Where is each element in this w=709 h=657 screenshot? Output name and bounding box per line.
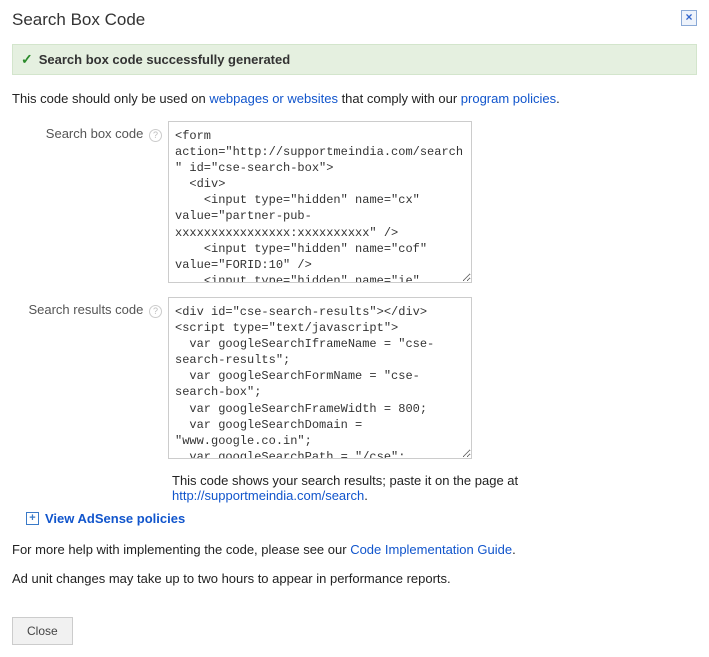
check-icon: ✓: [21, 51, 33, 68]
success-text: Search box code successfully generated: [39, 52, 290, 67]
label-text: Search box code: [46, 126, 144, 141]
results-page-link[interactable]: http://supportmeindia.com/search: [172, 488, 364, 503]
usage-description: This code should only be used on webpage…: [12, 89, 697, 109]
webpages-link[interactable]: webpages or websites: [209, 91, 338, 106]
code-implementation-guide-link[interactable]: Code Implementation Guide: [350, 542, 512, 557]
search-results-code-textarea[interactable]: [168, 297, 472, 459]
dialog-title: Search Box Code: [12, 10, 145, 30]
close-button[interactable]: Close: [12, 617, 73, 645]
instruction-text: This code shows your search results; pas…: [172, 473, 518, 488]
search-results-code-label: Search results code ?: [12, 297, 168, 319]
success-banner: ✓ Search box code successfully generated: [12, 44, 697, 75]
help-paragraph: For more help with implementing the code…: [12, 540, 697, 560]
search-results-code-row: Search results code ?: [12, 297, 697, 459]
expand-plus-icon[interactable]: +: [26, 512, 39, 525]
view-adsense-policies-link[interactable]: View AdSense policies: [45, 511, 185, 526]
search-box-code-textarea[interactable]: [168, 121, 472, 283]
close-icon[interactable]: ×: [681, 10, 697, 26]
help-text: .: [512, 542, 516, 557]
program-policies-link[interactable]: program policies: [461, 91, 556, 106]
desc-text: .: [556, 91, 560, 106]
title-bar: Search Box Code ×: [12, 10, 697, 30]
instruction-text: .: [364, 488, 368, 503]
results-paste-instruction: This code shows your search results; pas…: [172, 473, 697, 503]
desc-text: that comply with our: [338, 91, 461, 106]
ad-unit-note: Ad unit changes may take up to two hours…: [12, 569, 697, 589]
help-icon[interactable]: ?: [149, 129, 162, 142]
search-box-code-row: Search box code ?: [12, 121, 697, 283]
help-icon[interactable]: ?: [149, 305, 162, 318]
desc-text: This code should only be used on: [12, 91, 209, 106]
label-text: Search results code: [28, 302, 143, 317]
search-box-code-dialog: Search Box Code × ✓ Search box code succ…: [0, 0, 709, 657]
view-adsense-policies-row[interactable]: + View AdSense policies: [26, 511, 697, 526]
search-box-code-label: Search box code ?: [12, 121, 168, 143]
help-text: For more help with implementing the code…: [12, 542, 350, 557]
